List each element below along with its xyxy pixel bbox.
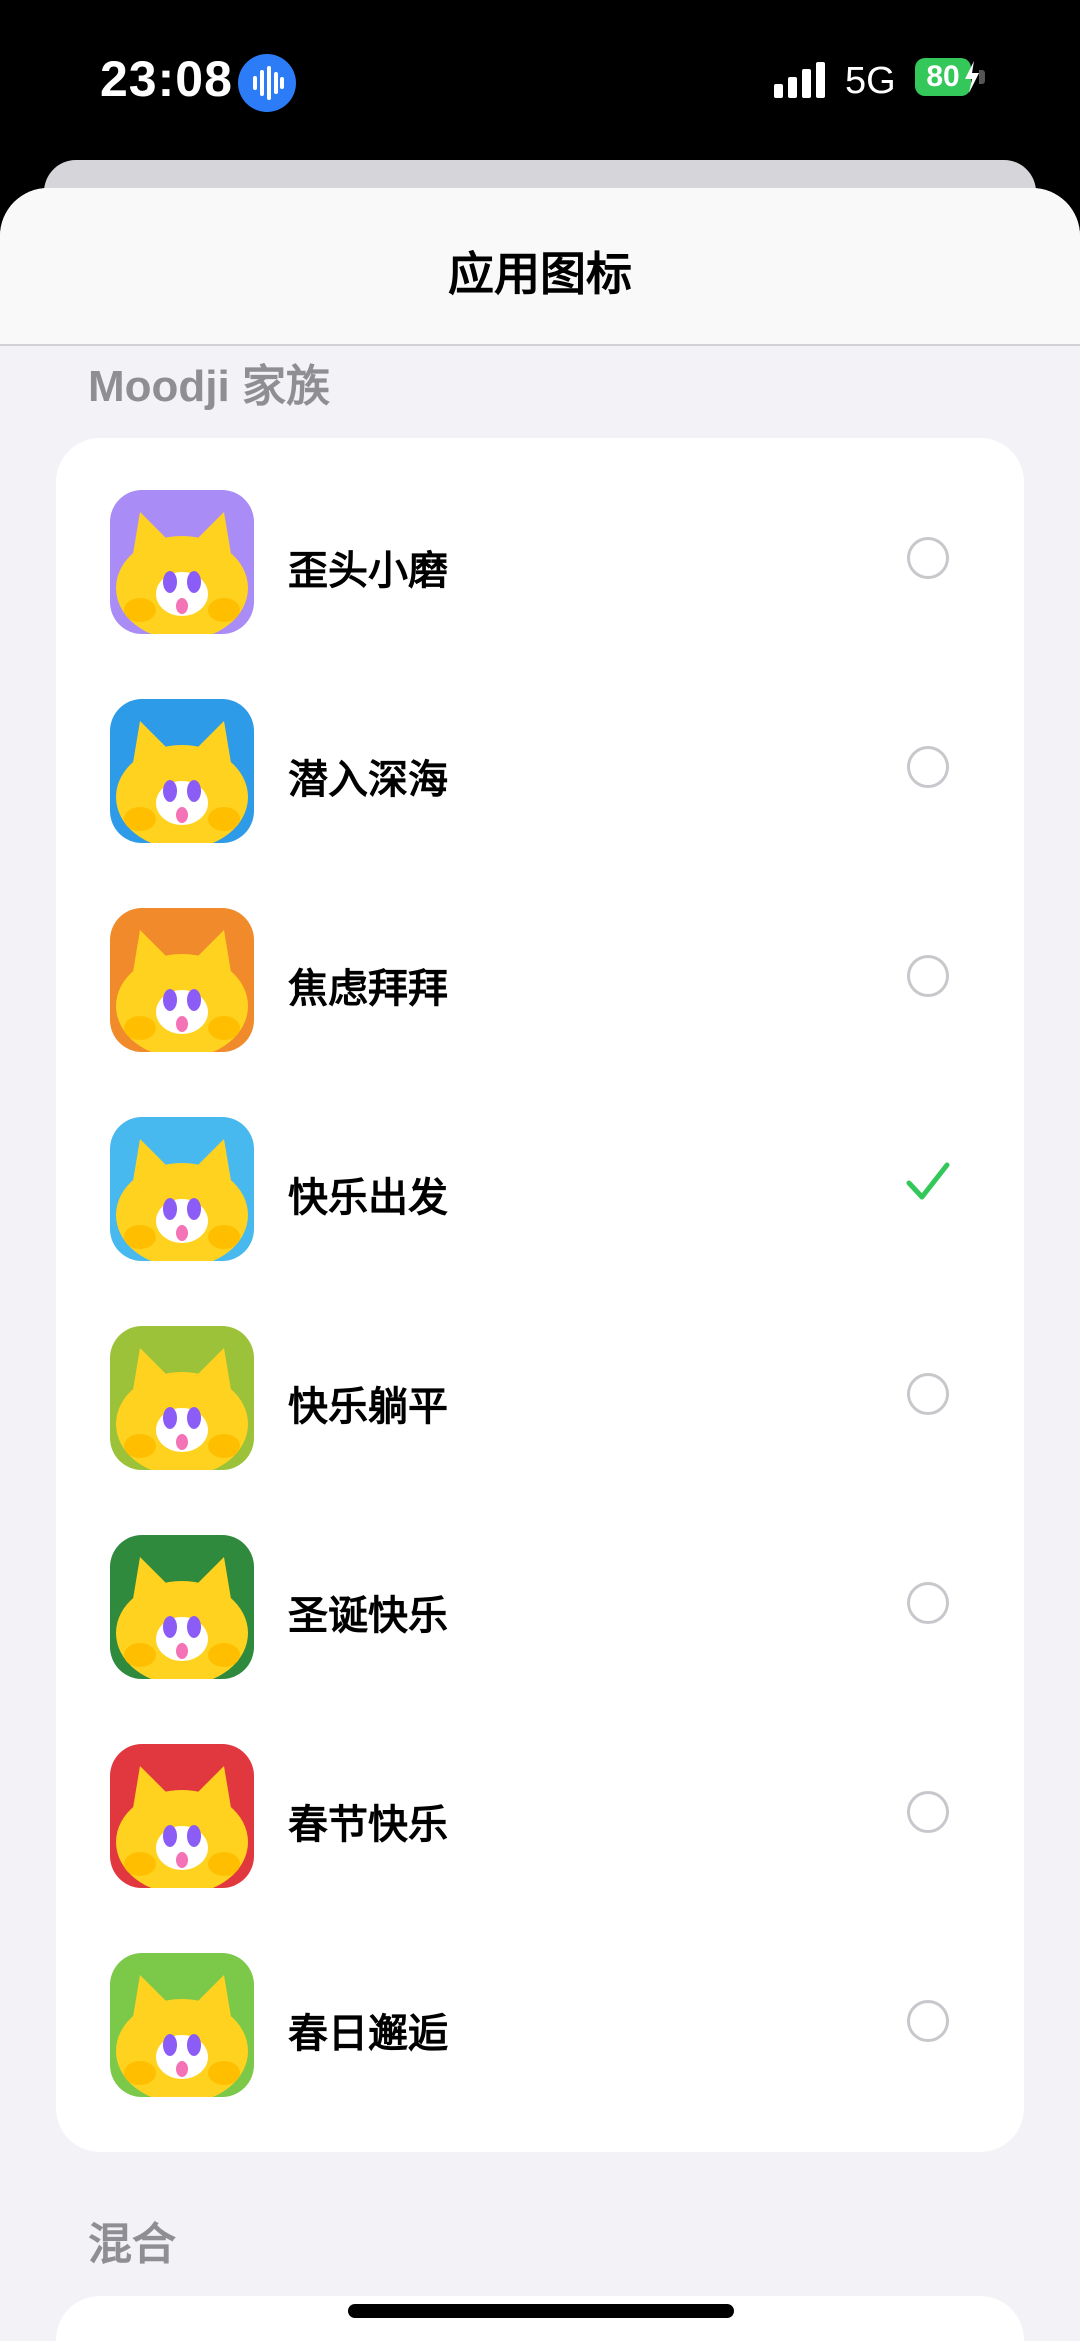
icon-option-label: 春节快乐 <box>288 1803 448 1847</box>
battery-cap <box>979 70 985 84</box>
icon-option-label: 春日邂逅 <box>288 2012 448 2056</box>
section-label-mixed: 混合 <box>88 2220 176 2269</box>
icon-option-row[interactable]: 歪头小磨 <box>56 438 1024 647</box>
status-bar: 23:08 5G 80 <box>0 0 1080 160</box>
home-indicator[interactable] <box>348 2304 734 2318</box>
icon-option-label: 焦虑拜拜 <box>288 967 448 1011</box>
icon-option-label: 快乐出发 <box>288 1176 448 1220</box>
radio-unselected[interactable] <box>907 746 949 788</box>
signal-icon <box>772 60 832 105</box>
section-label-moodji: Moodji 家族 <box>88 362 330 411</box>
radio-unselected[interactable] <box>907 537 949 579</box>
app-icon-preview <box>110 699 254 843</box>
radio-unselected[interactable] <box>907 955 949 997</box>
icon-option-row[interactable]: 快乐躺平 <box>56 1274 1024 1483</box>
radio-unselected[interactable] <box>907 1791 949 1833</box>
icon-option-label: 歪头小磨 <box>288 549 448 593</box>
battery-level: 80 <box>926 60 960 93</box>
icon-option-label: 潜入深海 <box>288 758 448 802</box>
mixed-list-card <box>56 2296 1024 2341</box>
icon-option-row[interactable]: 春日邂逅 <box>56 1901 1024 2110</box>
sheet-title: 应用图标 <box>448 248 632 300</box>
icon-option-row[interactable]: 潜入深海 <box>56 647 1024 856</box>
icon-option-row[interactable]: 春节快乐 <box>56 1692 1024 1901</box>
icon-option-row[interactable]: 快乐出发 <box>56 1065 1024 1274</box>
app-icon-preview <box>110 1326 254 1470</box>
app-icon-preview <box>110 1535 254 1679</box>
voice-assistant-icon[interactable] <box>238 54 296 112</box>
app-icon-sheet: 应用图标 Moodji 家族 歪头小磨 潜入深海 焦虑拜拜 快乐出发 快乐躺平 … <box>0 188 1080 2341</box>
status-time: 23:08 <box>100 51 233 107</box>
icon-option-row[interactable]: 圣诞快乐 <box>56 1483 1024 1692</box>
icon-option-row[interactable]: 焦虑拜拜 <box>56 856 1024 1065</box>
icon-option-label: 圣诞快乐 <box>288 1594 448 1638</box>
app-icon-preview <box>110 908 254 1052</box>
radio-unselected[interactable] <box>907 1582 949 1624</box>
app-icon-preview <box>110 1117 254 1261</box>
network-type: 5G <box>845 60 896 102</box>
radio-unselected[interactable] <box>907 1373 949 1415</box>
app-icon-preview <box>110 1744 254 1888</box>
icon-option-label: 快乐躺平 <box>288 1385 448 1429</box>
icon-list-card: 歪头小磨 潜入深海 焦虑拜拜 快乐出发 快乐躺平 圣诞快乐 春节快乐 春日邂逅 <box>56 438 1024 2152</box>
checkmark-icon[interactable] <box>905 1159 951 1210</box>
app-icon-preview <box>110 490 254 634</box>
app-icon-preview <box>110 1953 254 2097</box>
sheet-header: 应用图标 <box>0 188 1080 346</box>
radio-unselected[interactable] <box>907 2000 949 2042</box>
